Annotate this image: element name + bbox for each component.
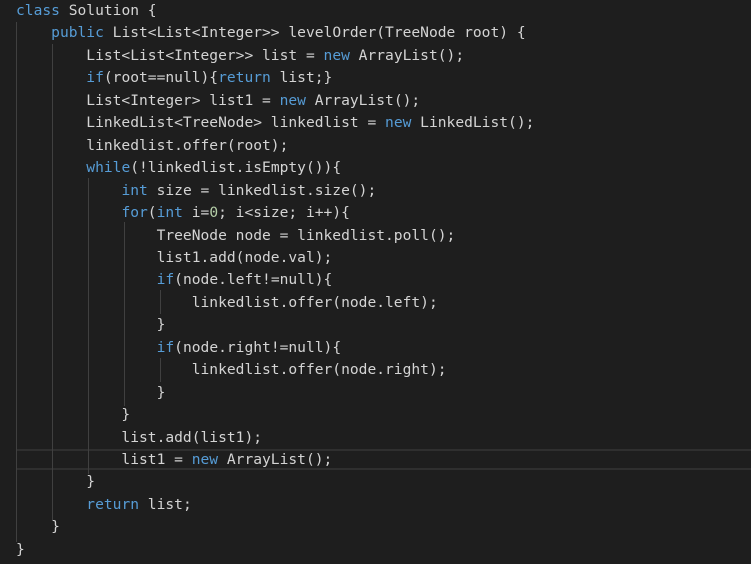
code-line[interactable]: class Solution {: [16, 0, 157, 22]
code-line[interactable]: if(node.left!=null){: [16, 269, 333, 291]
text-token: (: [147, 204, 157, 222]
text-token: list.add(list1);: [16, 428, 263, 446]
code-editor[interactable]: class Solution { public List<List<Intege…: [0, 0, 751, 564]
text-token: }: [16, 540, 25, 558]
text-token: list;: [139, 495, 192, 513]
text-token: LinkedList();: [411, 114, 535, 132]
text-token: (root==null){: [103, 69, 219, 87]
text-token: }: [16, 316, 166, 334]
text-token: List<List<Integer>> list =: [16, 46, 324, 64]
text-token: ; i<size; i++){: [218, 204, 350, 222]
text-token: linkedlist.offer(node.left);: [16, 293, 438, 311]
keyword-token: return: [86, 495, 140, 513]
code-line[interactable]: public List<List<Integer>> levelOrder(Tr…: [16, 22, 526, 44]
text-token: ArrayList();: [305, 91, 421, 109]
code-line[interactable]: list1.add(node.val);: [16, 247, 333, 269]
code-line[interactable]: }: [16, 471, 95, 493]
code-line[interactable]: LinkedList<TreeNode> linkedlist = new Li…: [16, 112, 534, 134]
text-token: (!linkedlist.isEmpty()){: [130, 159, 342, 177]
keyword-token: if: [156, 271, 175, 289]
text-token: List<Integer> list1 =: [16, 91, 280, 109]
code-line[interactable]: if(node.right!=null){: [16, 337, 342, 359]
code-line[interactable]: }: [16, 382, 166, 404]
text-token: }: [16, 383, 166, 401]
text-token: (node.left!=null){: [174, 271, 333, 289]
code-line[interactable]: }: [16, 314, 166, 336]
keyword-token: new: [323, 46, 350, 64]
text-token: i=: [182, 204, 210, 222]
keyword-token: new: [191, 451, 219, 468]
text-token: (node.right!=null){: [174, 338, 342, 356]
text-token: linkedlist.offer(node.right);: [16, 361, 447, 379]
text-token: size = linkedlist.size();: [147, 181, 377, 199]
text-token: list1 =: [16, 451, 192, 468]
code-line[interactable]: if(root==null){return list;}: [16, 67, 332, 89]
code-line[interactable]: return list;: [16, 494, 192, 516]
text-token: }: [16, 406, 131, 424]
text-token: }: [16, 473, 96, 491]
keyword-token: class: [16, 2, 60, 19]
code-line[interactable]: int size = linkedlist.size();: [16, 180, 376, 202]
text-token: list;}: [270, 69, 333, 87]
keyword-token: int: [121, 181, 148, 199]
code-line[interactable]: linkedlist.offer(root);: [16, 135, 288, 157]
keyword-token: int: [156, 204, 183, 222]
keyword-token: new: [279, 91, 306, 109]
text-token: linkedlist.offer(root);: [16, 136, 289, 154]
text-token: List<List<Integer>> levelOrder(TreeNode …: [103, 24, 526, 42]
text-token: ArrayList();: [349, 46, 465, 64]
keyword-token: for: [121, 204, 148, 222]
keyword-token: while: [86, 159, 131, 177]
code-line[interactable]: List<Integer> list1 = new ArrayList();: [16, 90, 420, 112]
code-line[interactable]: for(int i=0; i<size; i++){: [16, 202, 350, 224]
text-token: TreeNode node = linkedlist.poll();: [16, 226, 456, 244]
text-token: ArrayList();: [218, 451, 333, 468]
code-line[interactable]: linkedlist.offer(node.right);: [16, 359, 447, 381]
keyword-token: return: [218, 69, 271, 87]
keyword-token: new: [385, 114, 412, 132]
number-token: 0: [209, 204, 219, 222]
code-line[interactable]: TreeNode node = linkedlist.poll();: [16, 225, 456, 247]
code-line[interactable]: }: [16, 404, 130, 426]
text-token: LinkedList<TreeNode> linkedlist =: [16, 114, 386, 132]
code-line[interactable]: while(!linkedlist.isEmpty()){: [16, 157, 341, 179]
keyword-token: if: [86, 69, 104, 87]
code-line[interactable]: }: [16, 516, 60, 538]
code-line[interactable]: List<List<Integer>> list = new ArrayList…: [16, 45, 464, 67]
code-line[interactable]: linkedlist.offer(node.left);: [16, 292, 438, 314]
keyword-token: if: [156, 338, 175, 356]
code-line[interactable]: list.add(list1);: [16, 427, 262, 449]
keyword-token: public: [51, 24, 104, 42]
text-token: }: [16, 518, 60, 536]
code-line[interactable]: list1 = new ArrayList();: [16, 449, 332, 471]
text-token: list1.add(node.val);: [16, 248, 333, 266]
code-line[interactable]: }: [16, 539, 25, 561]
text-token: Solution {: [59, 2, 157, 19]
